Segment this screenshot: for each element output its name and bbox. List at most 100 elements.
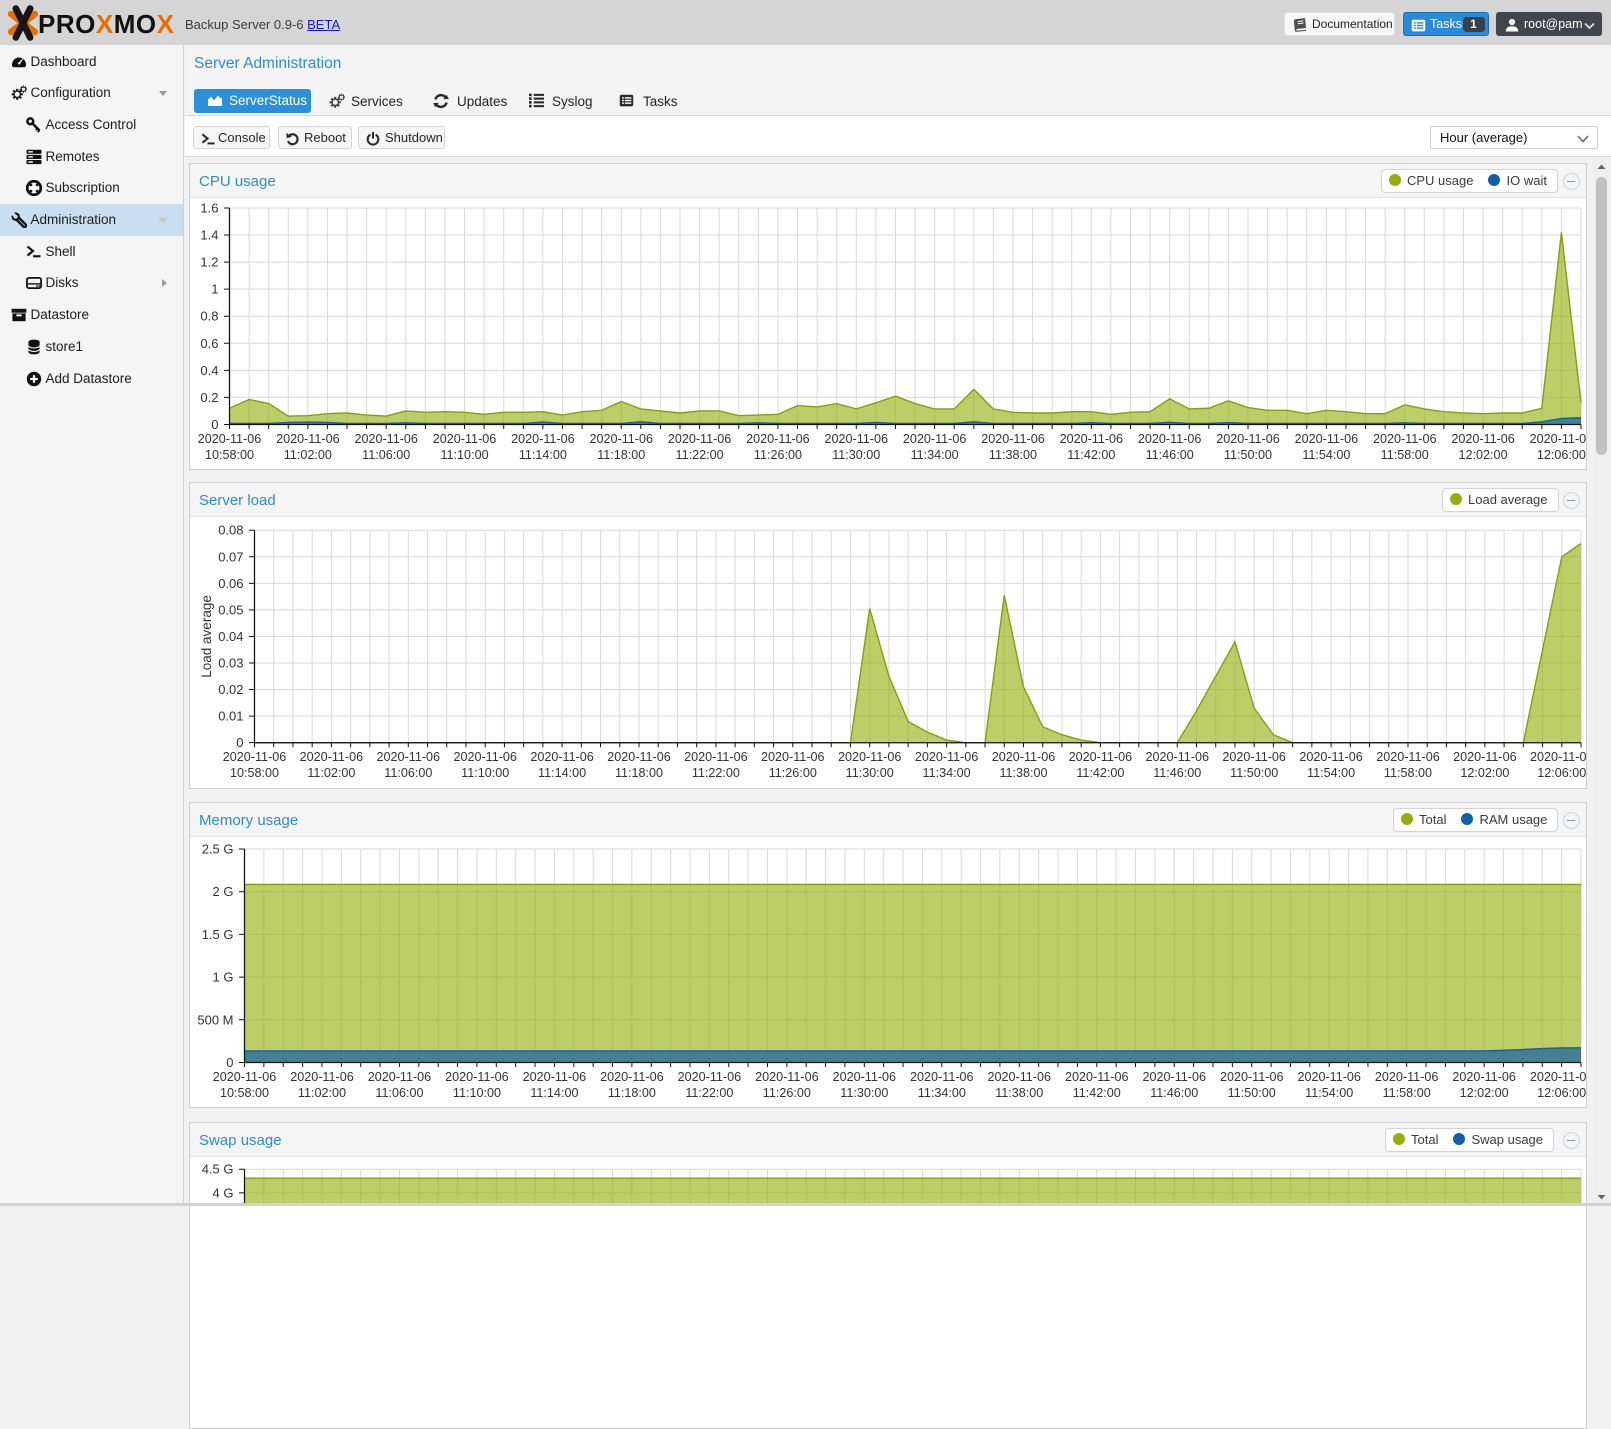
svg-text:2020-11-06: 2020-11-06 [1530, 750, 1586, 764]
svg-text:Load average: Load average [199, 595, 214, 678]
svg-text:2020-11-06: 2020-11-06 [368, 1070, 432, 1084]
svg-text:11:22:00: 11:22:00 [685, 1086, 733, 1100]
svg-text:2020-11-06: 2020-11-06 [1376, 750, 1440, 764]
svg-text:2020-11-06: 2020-11-06 [1295, 432, 1359, 446]
svg-text:11:02:00: 11:02:00 [307, 766, 355, 780]
svg-text:11:26:00: 11:26:00 [769, 766, 817, 780]
svg-text:0.03: 0.03 [218, 656, 243, 671]
svg-text:2020-11-06: 2020-11-06 [981, 432, 1045, 446]
svg-text:2020-11-06: 2020-11-06 [1222, 750, 1286, 764]
svg-text:0.8: 0.8 [200, 309, 218, 324]
svg-text:0.4: 0.4 [200, 363, 218, 378]
svg-text:2020-11-06: 2020-11-06 [1299, 750, 1363, 764]
svg-text:11:58:00: 11:58:00 [1384, 766, 1432, 780]
svg-text:11:30:00: 11:30:00 [840, 1086, 888, 1100]
svg-text:10:58:00: 10:58:00 [230, 766, 279, 780]
svg-text:11:18:00: 11:18:00 [615, 766, 663, 780]
svg-text:2020-11-06: 2020-11-06 [276, 432, 340, 446]
svg-text:2020-11-06: 2020-11-06 [1065, 1070, 1129, 1084]
svg-text:10:58:00: 10:58:00 [220, 1086, 269, 1100]
svg-text:11:50:00: 11:50:00 [1230, 766, 1278, 780]
svg-text:11:42:00: 11:42:00 [1076, 766, 1124, 780]
svg-text:12:02:00: 12:02:00 [1460, 766, 1509, 780]
svg-text:11:30:00: 11:30:00 [846, 766, 894, 780]
svg-text:2 G: 2 G [213, 884, 234, 899]
svg-text:2020-11-06: 2020-11-06 [1060, 432, 1124, 446]
svg-text:500 M: 500 M [197, 1012, 233, 1027]
svg-text:2020-11-06: 2020-11-06 [746, 432, 810, 446]
svg-text:4 G: 4 G [213, 1185, 234, 1200]
svg-text:10:58:00: 10:58:00 [205, 448, 254, 462]
svg-text:2020-11-06: 2020-11-06 [607, 750, 671, 764]
svg-text:0.2: 0.2 [200, 390, 218, 405]
svg-text:11:34:00: 11:34:00 [923, 766, 971, 780]
svg-text:2020-11-06: 2020-11-06 [903, 432, 967, 446]
svg-text:2020-11-06: 2020-11-06 [1216, 432, 1280, 446]
svg-text:0.02: 0.02 [218, 682, 243, 697]
svg-text:1.4: 1.4 [200, 228, 218, 243]
svg-text:2020-11-06: 2020-11-06 [600, 1070, 664, 1084]
svg-text:11:22:00: 11:22:00 [676, 448, 724, 462]
svg-text:2020-11-06: 2020-11-06 [198, 432, 262, 446]
svg-text:2020-11-06: 2020-11-06 [354, 432, 418, 446]
svg-text:11:14:00: 11:14:00 [538, 766, 586, 780]
svg-text:11:26:00: 11:26:00 [754, 448, 802, 462]
svg-text:11:38:00: 11:38:00 [989, 448, 1037, 462]
svg-text:11:14:00: 11:14:00 [519, 448, 567, 462]
svg-text:2020-11-06: 2020-11-06 [1452, 1070, 1516, 1084]
svg-text:2020-11-06: 2020-11-06 [1530, 1070, 1586, 1084]
svg-text:11:58:00: 11:58:00 [1381, 448, 1429, 462]
svg-text:11:18:00: 11:18:00 [608, 1086, 656, 1100]
svg-text:11:06:00: 11:06:00 [362, 448, 410, 462]
svg-text:2020-11-06: 2020-11-06 [1530, 432, 1586, 446]
svg-text:11:34:00: 11:34:00 [911, 448, 959, 462]
svg-text:2020-11-06: 2020-11-06 [1373, 432, 1437, 446]
svg-text:2020-11-06: 2020-11-06 [1069, 750, 1133, 764]
svg-text:0.08: 0.08 [218, 523, 243, 538]
svg-text:2020-11-06: 2020-11-06 [511, 432, 575, 446]
svg-text:2020-11-06: 2020-11-06 [223, 750, 287, 764]
svg-text:1 G: 1 G [213, 970, 234, 985]
svg-text:4.5 G: 4.5 G [202, 1162, 234, 1177]
svg-text:11:58:00: 11:58:00 [1383, 1086, 1431, 1100]
svg-text:2020-11-06: 2020-11-06 [213, 1070, 277, 1084]
svg-text:11:02:00: 11:02:00 [298, 1086, 346, 1100]
svg-text:2020-11-06: 2020-11-06 [915, 750, 979, 764]
svg-text:2020-11-06: 2020-11-06 [838, 750, 902, 764]
svg-text:11:46:00: 11:46:00 [1146, 448, 1194, 462]
svg-text:2020-11-06: 2020-11-06 [290, 1070, 354, 1084]
svg-text:12:06:00: 12:06:00 [1537, 1086, 1586, 1100]
svg-text:12:02:00: 12:02:00 [1459, 448, 1508, 462]
svg-text:12:06:00: 12:06:00 [1537, 766, 1586, 780]
svg-text:11:54:00: 11:54:00 [1305, 1086, 1353, 1100]
svg-text:11:38:00: 11:38:00 [995, 1086, 1043, 1100]
svg-text:2020-11-06: 2020-11-06 [755, 1070, 819, 1084]
svg-text:11:54:00: 11:54:00 [1307, 766, 1355, 780]
svg-text:2020-11-06: 2020-11-06 [433, 432, 497, 446]
svg-text:2020-11-06: 2020-11-06 [530, 750, 594, 764]
svg-text:11:14:00: 11:14:00 [530, 1086, 578, 1100]
svg-text:12:02:00: 12:02:00 [1460, 1086, 1509, 1100]
svg-text:12:06:00: 12:06:00 [1537, 448, 1586, 462]
svg-text:2020-11-06: 2020-11-06 [678, 1070, 742, 1084]
svg-text:2020-11-06: 2020-11-06 [377, 750, 441, 764]
svg-text:2020-11-06: 2020-11-06 [1138, 432, 1202, 446]
svg-text:2020-11-06: 2020-11-06 [1451, 432, 1515, 446]
svg-text:0.06: 0.06 [218, 576, 243, 591]
svg-text:2020-11-06: 2020-11-06 [589, 432, 653, 446]
svg-text:11:42:00: 11:42:00 [1067, 448, 1115, 462]
svg-text:11:42:00: 11:42:00 [1073, 1086, 1121, 1100]
svg-text:1: 1 [211, 282, 218, 297]
svg-text:2020-11-06: 2020-11-06 [300, 750, 364, 764]
svg-text:2020-11-06: 2020-11-06 [445, 1070, 509, 1084]
svg-text:1.6: 1.6 [200, 201, 218, 216]
svg-text:0.07: 0.07 [218, 549, 243, 564]
svg-text:2020-11-06: 2020-11-06 [761, 750, 825, 764]
svg-text:2020-11-06: 2020-11-06 [910, 1070, 974, 1084]
svg-text:11:46:00: 11:46:00 [1150, 1086, 1198, 1100]
svg-text:11:34:00: 11:34:00 [918, 1086, 966, 1100]
svg-text:2020-11-06: 2020-11-06 [523, 1070, 587, 1084]
svg-text:11:10:00: 11:10:00 [453, 1086, 501, 1100]
svg-text:11:54:00: 11:54:00 [1302, 448, 1350, 462]
svg-text:11:06:00: 11:06:00 [384, 766, 432, 780]
